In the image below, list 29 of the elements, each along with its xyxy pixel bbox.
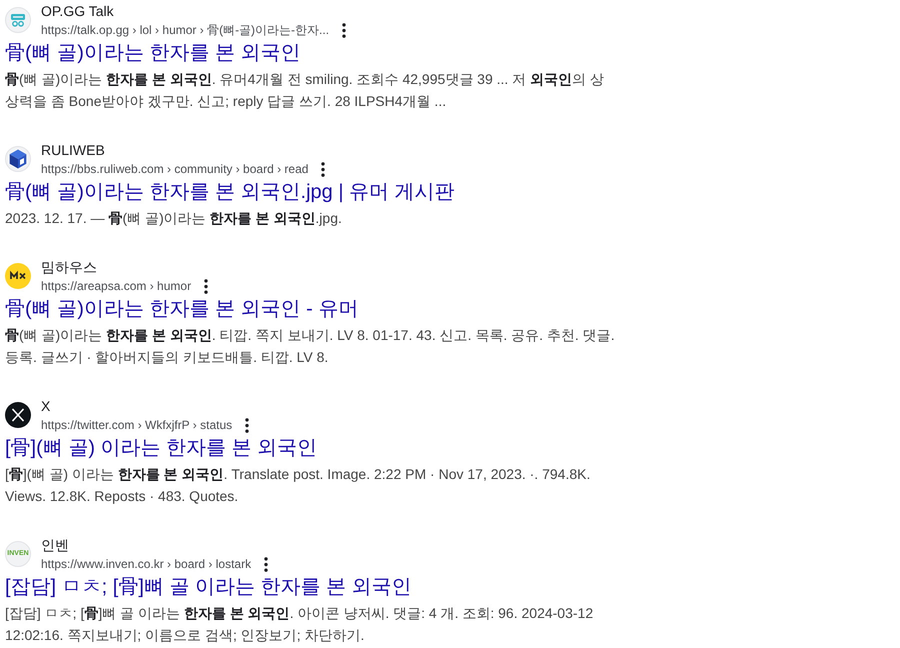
result-snippet: 骨(뼈 골)이라는 한자를 본 외국인. 유머4개월 전 smiling. 조회수 42,995댓글 39 ... 저 외국인의 상상력을 좀 Bone받아야 겠구만. 신고; reply 답글 쓰기. 28 ILPSH4개월 ... [5,70,605,111]
goggles-icon [5,7,31,33]
more-options-icon[interactable] [245,418,250,432]
result-snippet: 2023. 12. 17. — 骨(뼈 골)이라는 한자를 본 외국인.jpg. [5,209,343,228]
result-url: https://bbs.ruliweb.com › community › board › read [41,161,308,178]
result-title-link[interactable]: [骨](뼈 골) 이라는 한자를 본 외국인 [5,435,318,461]
site-name: 인벤 [41,536,69,555]
site-name: X [41,397,50,416]
site-name: 밈하우스 [41,258,97,277]
result-title-link[interactable]: [잡담] ㅁㅊ; [骨]뼈 골 이라는 한자를 본 외국인 [5,574,412,600]
result-snippet: [骨](뼈 골) 이라는 한자를 본 외국인. Translate post. Image. 2:22 PM · Nov 17, 2023. ·. 794.8K. Views. 12.8K. Reposts · 483. Quotes. [5,465,592,506]
round-logo-icon [5,263,31,289]
more-options-icon[interactable] [342,22,346,38]
result-url: https://twitter.com › WkfxjfrP › status [41,417,232,434]
site-name: OP.GG Talk [41,2,114,21]
more-options-icon[interactable] [204,278,208,294]
result-url: https://areapsa.com › humor [41,278,192,295]
site-name: RULIWEB [41,141,105,160]
x-mark-icon [5,402,31,428]
more-options-icon[interactable] [264,556,268,572]
result-title-link[interactable]: 骨(뼈 골)이라는 한자를 본 외국인 - 유머 [5,296,358,322]
result-title-link[interactable]: 骨(뼈 골)이라는 한자를 본 외국인 [5,40,301,66]
result-snippet: [잡담] ㅁㅊ; [骨]뼈 골 이라는 한자를 본 외국인. 아이콘 냥저씨. 댓글: 4 개. 조회: 96. 2024-03-12 12:02:16. 쪽지보내기; 이름으로 검색; 인장보기; 차단하기. [5,604,594,645]
more-options-icon[interactable] [321,162,326,176]
result-url: https://www.inven.co.kr › board › lostark [41,556,252,573]
result-snippet: 骨(뼈 골)이라는 한자를 본 외국인. 티깝. 쪽지 보내기. LV 8. 01-17. 43. 신고. 목록. 공유. 추천. 댓글. 등록. 글쓰기 · 할아버지들의 키보드배틀. 티깝. LV 8. [5,326,615,367]
result-url: https://talk.op.gg › lol › humor › 骨(뼈-골)이라는-한자... [41,22,330,39]
result-title-link[interactable]: 骨(뼈 골)이라는 한자를 본 외국인.jpg | 유머 게시판 [5,179,455,205]
cube-icon [5,146,31,172]
